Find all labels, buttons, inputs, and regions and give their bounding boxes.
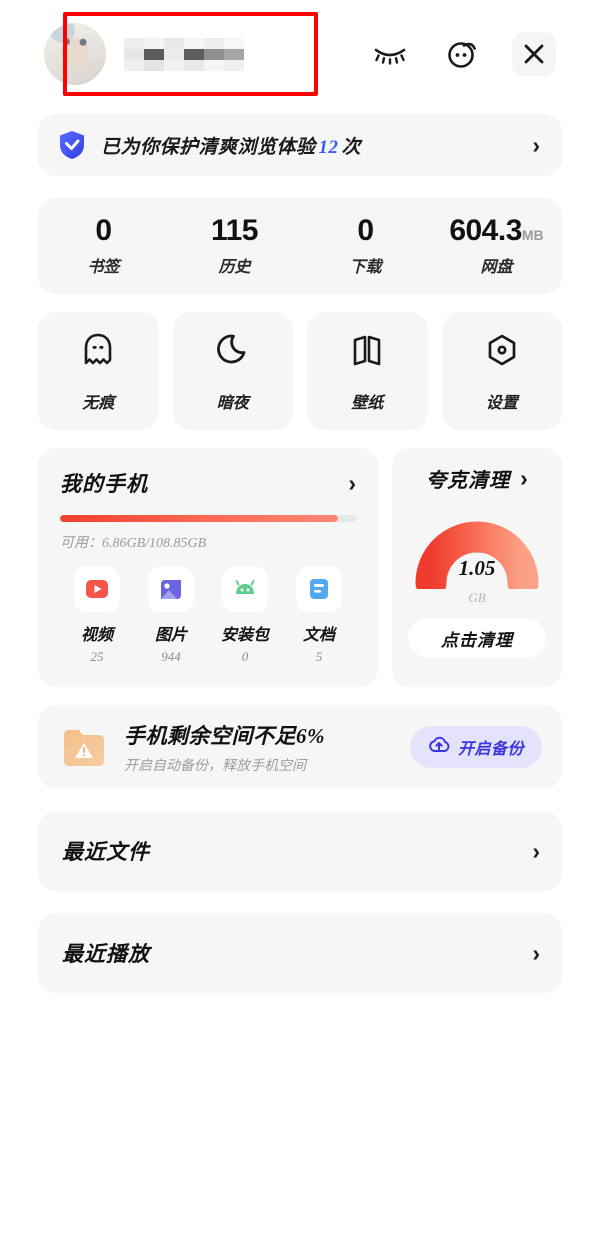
protection-banner[interactable]: 已为你保护清爽浏览体验 12 次 ›: [38, 114, 562, 176]
file-type-video-count: 25: [90, 649, 104, 664]
enable-backup-label: 开启备份: [457, 741, 524, 758]
stat-history-label: 历史: [218, 259, 251, 277]
cleanup-unit: GB: [468, 590, 486, 605]
storage-row: 我的手机 › 可用：6.86GB/108.85GB 视频 25 图片 944 安…: [38, 448, 562, 687]
header-actions: [368, 32, 556, 76]
quark-clean-card[interactable]: 夸克清理 › 1.05 GB 点击清理: [392, 448, 562, 687]
file-type-document-name: 文档: [302, 627, 335, 644]
shield-check-icon: [58, 130, 86, 160]
protection-text-before: 已为你保护清爽浏览体验: [101, 136, 316, 158]
document-icon: [296, 566, 342, 612]
username-masked[interactable]: [124, 37, 244, 71]
chevron-right-icon: ›: [532, 939, 540, 966]
quick-actions-row: 无痕 暗夜 壁纸 设置: [38, 312, 562, 430]
file-type-video-name: 视频: [80, 627, 113, 644]
stat-downloads-value: 0: [357, 213, 374, 247]
moon-icon: [213, 330, 253, 375]
file-type-apk-name: 安装包: [220, 627, 269, 644]
cloud-upload-icon: [428, 735, 450, 760]
my-phone-title: 我的手机: [60, 472, 148, 496]
stat-bookmarks-label: 书签: [87, 259, 120, 277]
quick-action-incognito[interactable]: 无痕: [38, 312, 159, 430]
my-phone-card[interactable]: 我的手机 › 可用：6.86GB/108.85GB 视频 25 图片 944 安…: [38, 448, 378, 687]
storage-progress-bar: [60, 515, 356, 522]
recent-played-row[interactable]: 最近播放 ›: [38, 913, 562, 993]
recent-files-row[interactable]: 最近文件 ›: [38, 811, 562, 891]
low-space-title: 手机剩余空间不足6%: [124, 723, 325, 748]
protection-text-after: 次: [341, 136, 362, 158]
stat-history-value: 115: [211, 213, 258, 247]
file-type-image-count: 944: [161, 649, 181, 664]
stat-history[interactable]: 115 历史: [169, 215, 300, 278]
face-skin-icon[interactable]: [440, 32, 484, 76]
recent-files-title: 最近文件: [62, 840, 150, 864]
quark-clean-title: 夸克清理: [426, 470, 511, 492]
enable-backup-button[interactable]: 开启备份: [409, 726, 542, 768]
low-space-subtitle: 开启自动备份，释放手机空间: [124, 758, 306, 774]
file-type-document-count: 5: [315, 649, 323, 664]
video-icon: [74, 566, 120, 612]
quick-action-wallpaper-label: 壁纸: [351, 394, 384, 412]
hexagon-settings-icon: [482, 330, 522, 375]
quick-action-wallpaper[interactable]: 壁纸: [307, 312, 428, 430]
file-type-apk-count: 0: [241, 649, 249, 664]
stat-bookmarks-value: 0: [95, 213, 112, 247]
my-page-screen: 已为你保护清爽浏览体验 12 次 › 0 书签 115 历史 0 下载 604.3M…: [0, 0, 600, 1240]
stat-downloads-label: 下载: [349, 259, 382, 277]
stat-cloud-unit: MB: [521, 226, 544, 243]
stats-card: 0 书签 115 历史 0 下载 604.3MB 网盘: [38, 198, 562, 294]
chevron-right-icon[interactable]: ›: [520, 467, 528, 490]
image-icon: [148, 566, 194, 612]
file-type-list: 视频 25 图片 944 安装包 0 文档 5: [60, 566, 356, 665]
chevron-right-icon[interactable]: ›: [348, 471, 356, 495]
file-type-document[interactable]: 文档 5: [282, 566, 356, 665]
ghost-icon: [78, 330, 118, 375]
stat-cloud[interactable]: 604.3MB 网盘: [431, 215, 562, 278]
quark-clean-header: 夸克清理 ›: [406, 464, 548, 493]
recent-played-title: 最近播放: [62, 942, 150, 966]
low-space-banner[interactable]: 手机剩余空间不足6% 开启自动备份，释放手机空间 开启备份: [38, 705, 562, 789]
stat-downloads[interactable]: 0 下载: [300, 215, 431, 278]
quick-action-nightmode[interactable]: 暗夜: [172, 312, 293, 430]
cleanup-gauge: 1.05: [414, 505, 540, 599]
quick-action-nightmode-label: 暗夜: [216, 394, 249, 412]
book-wallpaper-icon: [347, 330, 387, 375]
stat-bookmarks[interactable]: 0 书签: [38, 215, 169, 278]
quick-action-incognito-label: 无痕: [82, 394, 115, 412]
folder-warning-icon: [60, 723, 108, 771]
file-type-apk[interactable]: 安装包 0: [208, 566, 282, 665]
file-type-video[interactable]: 视频 25: [60, 566, 134, 665]
stat-cloud-value: 604.3: [449, 213, 522, 247]
chevron-right-icon: ›: [532, 837, 540, 864]
stat-cloud-label: 网盘: [480, 259, 513, 277]
protection-banner-text: 已为你保护清爽浏览体验 12 次: [101, 132, 517, 159]
apk-android-icon: [222, 566, 268, 612]
profile-header: [38, 0, 562, 108]
chevron-right-icon: ›: [532, 131, 540, 158]
my-phone-header: 我的手机 ›: [60, 468, 356, 498]
user-profile-entry[interactable]: [44, 23, 244, 85]
close-icon[interactable]: [512, 32, 556, 76]
file-type-image[interactable]: 图片 944: [134, 566, 208, 665]
file-type-image-name: 图片: [154, 627, 187, 644]
protection-count: 12: [318, 136, 339, 158]
cleanup-value: 1.05: [458, 556, 496, 580]
storage-available-label: 可用：6.86GB/108.85GB: [60, 536, 207, 551]
quick-action-settings-label: 设置: [485, 394, 518, 412]
low-space-text: 手机剩余空间不足6% 开启自动备份，释放手机空间: [124, 720, 394, 775]
clean-now-button[interactable]: 点击清理: [408, 618, 546, 658]
quick-action-settings[interactable]: 设置: [441, 312, 562, 430]
closed-eye-icon[interactable]: [368, 32, 412, 76]
avatar[interactable]: [44, 23, 106, 85]
